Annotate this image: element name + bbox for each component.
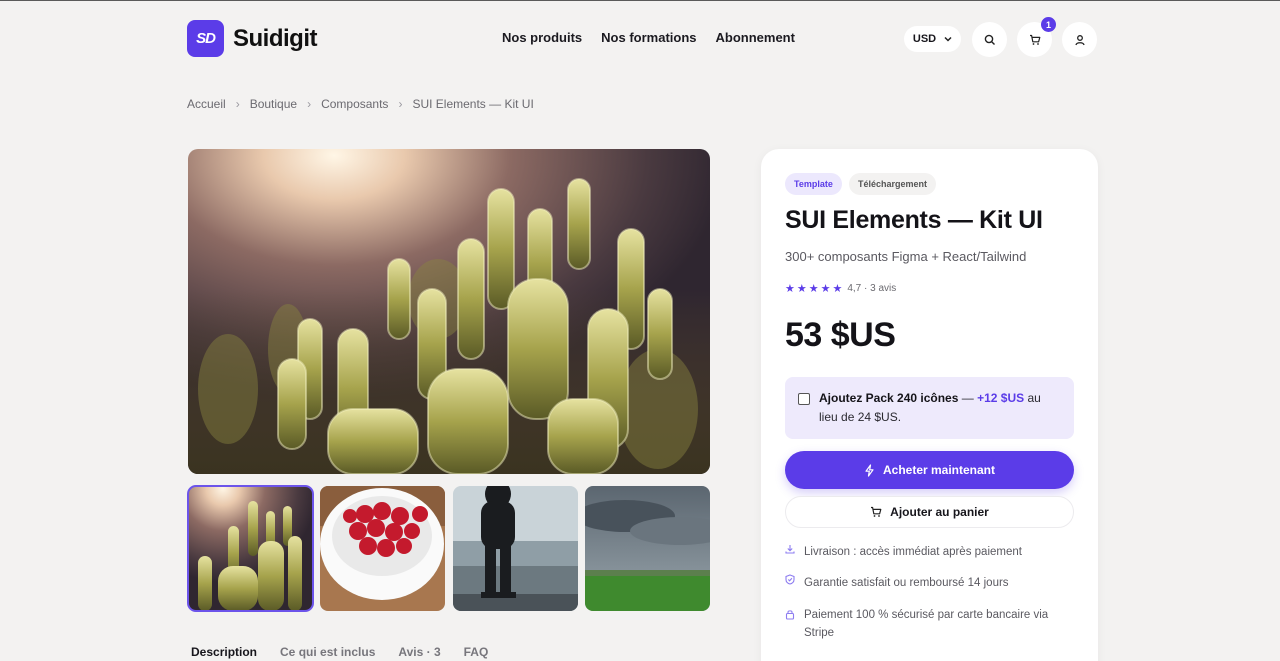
rating[interactable]: ★★★★★ 4,7 · 3 avis — [785, 282, 896, 295]
download-icon — [785, 543, 804, 561]
search-icon — [984, 34, 995, 45]
buy-now-label: Acheter maintenant — [882, 463, 996, 477]
account-button[interactable] — [1062, 22, 1097, 57]
tab-reviews[interactable]: Avis · 3 — [398, 645, 440, 659]
breadcrumb-boutique[interactable]: Boutique — [250, 97, 297, 111]
cart-icon — [871, 506, 882, 517]
logo[interactable]: SD Suidigit — [187, 20, 317, 57]
thumbnail-person-lake[interactable] — [453, 486, 578, 611]
product-tabs: Description Ce qui est inclus Avis · 3 F… — [191, 645, 488, 659]
feature-payment: Paiement 100 % sécurisé par carte bancai… — [785, 606, 1060, 642]
rating-text: 4,7 · 3 avis — [847, 283, 897, 294]
raspberries-thumb-image — [320, 486, 445, 611]
chevron-right-icon: › — [307, 97, 312, 111]
breadcrumb-accueil[interactable]: Accueil — [187, 97, 226, 111]
nav-abonnement[interactable]: Abonnement — [716, 30, 795, 45]
cactus-thumb-image — [188, 486, 313, 611]
feature-delivery-text: Livraison : accès immédiat après paiemen… — [804, 546, 1022, 558]
product-title: SUI Elements — Kit UI — [785, 206, 1043, 234]
addon-dash: — — [958, 391, 978, 405]
add-to-cart-label: Ajouter au panier — [890, 505, 989, 519]
user-icon — [1074, 34, 1085, 45]
feature-payment-text: Paiement 100 % sécurisé par carte bancai… — [804, 609, 1049, 639]
chevron-down-icon — [944, 36, 952, 42]
feature-guarantee: Garantie satisfait ou remboursé 14 jours — [785, 574, 1009, 592]
thumbnail-cactus[interactable] — [187, 485, 314, 612]
addon-name: Ajoutez Pack 240 icônes — [819, 391, 959, 405]
star-icons: ★★★★★ — [785, 283, 845, 295]
tag-download: Téléchargement — [849, 173, 937, 195]
nav-formations[interactable]: Nos formations — [601, 30, 696, 45]
logo-mark: SD — [187, 20, 224, 57]
currency-select[interactable]: USD — [904, 26, 961, 52]
thumbnail-field[interactable] — [585, 486, 710, 611]
breadcrumb-current: SUI Elements — Kit UI — [412, 97, 534, 111]
nav-produits[interactable]: Nos produits — [502, 30, 582, 45]
cart-icon — [1029, 34, 1040, 45]
product-subtitle: 300+ composants Figma + React/Tailwind — [785, 249, 1027, 264]
breadcrumb-composants[interactable]: Composants — [321, 97, 388, 111]
feature-guarantee-text: Garantie satisfait ou remboursé 14 jours — [804, 577, 1009, 589]
lightning-icon — [865, 463, 874, 477]
buy-now-button[interactable]: Acheter maintenant — [785, 451, 1074, 489]
field-thumb-image — [585, 486, 710, 611]
addon-option[interactable]: Ajoutez Pack 240 icônes — +12 $US au lie… — [785, 377, 1074, 439]
person-lake-thumb-image — [453, 486, 578, 611]
brand-name: Suidigit — [233, 24, 317, 52]
add-to-cart-button[interactable]: Ajouter au panier — [785, 496, 1074, 528]
tab-faq[interactable]: FAQ — [464, 645, 489, 659]
product-price: 53 $US — [785, 316, 896, 354]
feature-delivery: Livraison : accès immédiat après paiemen… — [785, 543, 1022, 561]
addon-extra-price: +12 $US — [977, 391, 1025, 405]
thumbnail-raspberries[interactable] — [320, 486, 445, 611]
tag-template: Template — [785, 173, 842, 195]
chevron-right-icon: › — [235, 97, 240, 111]
site-header: SD Suidigit Nos produits Nos formations … — [0, 1, 1280, 77]
breadcrumb: Accueil › Boutique › Composants › SUI El… — [187, 97, 534, 111]
tab-description[interactable]: Description — [191, 645, 257, 659]
shield-check-icon — [785, 574, 804, 592]
main-nav: Nos produits Nos formations Abonnement — [502, 30, 795, 45]
lock-icon — [785, 606, 804, 642]
search-button[interactable] — [972, 22, 1007, 57]
cart-count-badge: 1 — [1041, 17, 1056, 32]
cactus-image — [188, 149, 710, 474]
product-card: Template Téléchargement SUI Elements — K… — [761, 149, 1098, 661]
tab-included[interactable]: Ce qui est inclus — [280, 645, 375, 659]
addon-checkbox[interactable] — [798, 393, 810, 405]
currency-value: USD — [912, 33, 937, 45]
chevron-right-icon: › — [398, 97, 403, 111]
product-main-image[interactable] — [188, 149, 710, 474]
